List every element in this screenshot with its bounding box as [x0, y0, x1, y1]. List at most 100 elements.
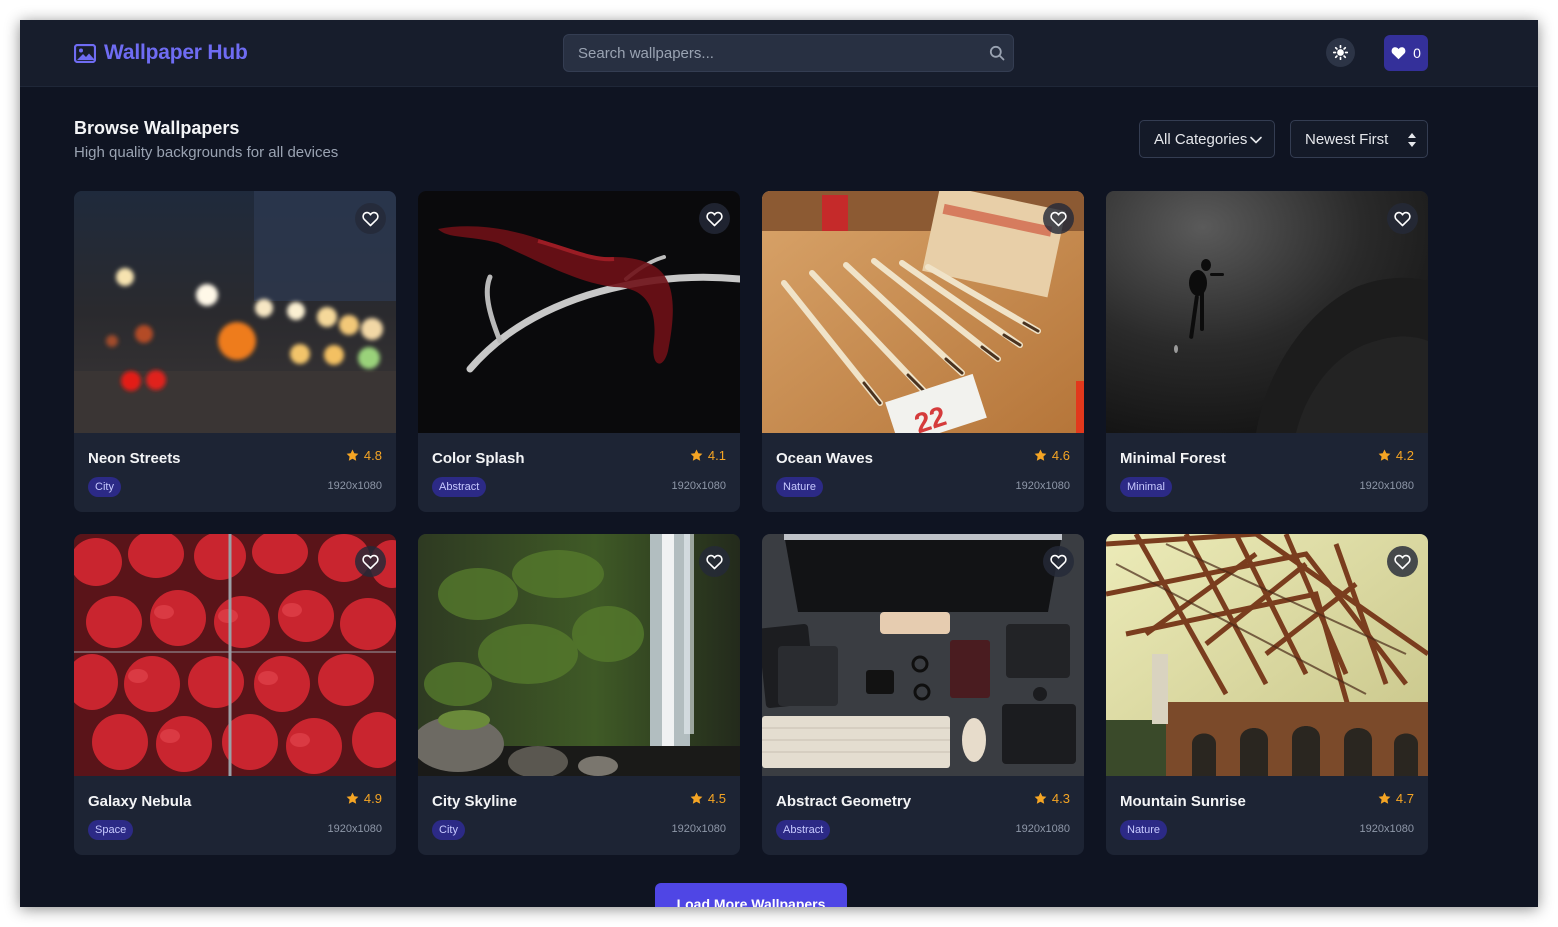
- resolution-label: 1920x1080: [327, 823, 382, 835]
- wallpaper-title: Mountain Sunrise: [1120, 793, 1246, 810]
- wallpaper-image[interactable]: [1106, 534, 1428, 776]
- resolution-label: 1920x1080: [1015, 480, 1070, 492]
- category-badge[interactable]: Abstract: [432, 477, 487, 497]
- wallpaper-title: Neon Streets: [88, 450, 181, 467]
- wallpaper-rating: 4.2: [1378, 448, 1414, 463]
- star-icon: [1034, 449, 1047, 461]
- wallpaper-rating: 4.3: [1034, 791, 1070, 806]
- sun-icon: [1333, 45, 1348, 60]
- wallpaper-rating: 4.9: [346, 791, 382, 806]
- favorite-toggle-button[interactable]: [699, 546, 730, 577]
- brand-name: Wallpaper Hub: [104, 41, 248, 64]
- resolution-label: 1920x1080: [1015, 823, 1070, 835]
- resolution-label: 1920x1080: [671, 480, 726, 492]
- resolution-label: 1920x1080: [1359, 823, 1414, 835]
- category-badge[interactable]: Abstract: [776, 820, 831, 840]
- wallpaper-card[interactable]: Neon Streets 4.8 City 1920x1080: [74, 191, 396, 512]
- app-window: Wallpaper Hub Search wallpapers... 0 Bro…: [20, 20, 1538, 907]
- wallpaper-rating: 4.1: [690, 448, 726, 463]
- wallpaper-title: Color Splash: [432, 450, 525, 467]
- top-bar: Wallpaper Hub Search wallpapers... 0: [20, 20, 1538, 87]
- wallpaper-card[interactable]: 22 Ocean Waves 4.6 Nature 1920x1080: [762, 191, 1084, 512]
- wallpaper-image[interactable]: [74, 191, 396, 433]
- wallpaper-rating: 4.6: [1034, 448, 1070, 463]
- search-box: [563, 34, 1014, 72]
- wallpaper-image[interactable]: [418, 534, 740, 776]
- wallpaper-rating: 4.5: [690, 791, 726, 806]
- category-badge[interactable]: Space: [88, 820, 134, 840]
- wallpaper-card[interactable]: Minimal Forest 4.2 Minimal 1920x1080: [1106, 191, 1428, 512]
- resolution-label: 1920x1080: [1359, 480, 1414, 492]
- brand-logo[interactable]: Wallpaper Hub: [74, 41, 248, 65]
- wallpaper-image[interactable]: [1106, 191, 1428, 433]
- sort-select-value: Newest First: [1305, 130, 1389, 148]
- wallpaper-image[interactable]: [762, 534, 1084, 776]
- wallpaper-title: Galaxy Nebula: [88, 793, 192, 810]
- wallpaper-rating: 4.8: [346, 448, 382, 463]
- favorites-button[interactable]: 0: [1384, 35, 1428, 71]
- wallpaper-image[interactable]: [418, 191, 740, 433]
- star-icon: [690, 449, 703, 461]
- category-badge[interactable]: City: [88, 477, 121, 497]
- heart-outline-icon: [706, 554, 723, 569]
- wallpaper-card[interactable]: City Skyline 4.5 City 1920x1080: [418, 534, 740, 855]
- heart-outline-icon: [1050, 554, 1067, 569]
- image-icon: [74, 43, 96, 63]
- rating-value: 4.5: [707, 791, 726, 806]
- sort-select[interactable]: Newest First: [1290, 120, 1428, 158]
- rating-value: 4.6: [1051, 448, 1070, 463]
- star-icon: [346, 792, 359, 804]
- favorites-count: 0: [1413, 45, 1421, 61]
- category-badge[interactable]: City: [432, 820, 465, 840]
- heart-outline-icon: [362, 211, 379, 226]
- search-input[interactable]: [564, 35, 1013, 71]
- heart-outline-icon: [1394, 554, 1411, 569]
- wallpaper-card[interactable]: Galaxy Nebula 4.9 Space 1920x1080: [74, 534, 396, 855]
- resolution-label: 1920x1080: [327, 480, 382, 492]
- category-badge[interactable]: Nature: [776, 477, 824, 497]
- rating-value: 4.2: [1395, 448, 1414, 463]
- wallpaper-title: Abstract Geometry: [776, 793, 912, 810]
- chevron-down-icon: [1250, 136, 1262, 144]
- rating-value: 4.1: [707, 448, 726, 463]
- star-icon: [690, 792, 703, 804]
- favorite-toggle-button[interactable]: [355, 546, 386, 577]
- favorite-toggle-button[interactable]: [699, 203, 730, 234]
- category-select-value: All Categories: [1154, 130, 1248, 148]
- wallpaper-image[interactable]: [74, 534, 396, 776]
- wallpaper-image[interactable]: 22: [762, 191, 1084, 433]
- favorite-toggle-button[interactable]: [1043, 546, 1074, 577]
- favorite-toggle-button[interactable]: [355, 203, 386, 234]
- star-icon: [1378, 792, 1391, 804]
- category-badge[interactable]: Nature: [1120, 820, 1168, 840]
- heart-outline-icon: [362, 554, 379, 569]
- favorite-toggle-button[interactable]: [1387, 203, 1418, 234]
- category-select[interactable]: All Categories: [1139, 120, 1275, 158]
- wallpaper-card[interactable]: Color Splash 4.1 Abstract 1920x1080: [418, 191, 740, 512]
- heart-outline-icon: [1050, 211, 1067, 226]
- star-icon: [1034, 792, 1047, 804]
- resolution-label: 1920x1080: [671, 823, 726, 835]
- wallpaper-card[interactable]: Abstract Geometry 4.3 Abstract 1920x1080: [762, 534, 1084, 855]
- rating-value: 4.3: [1051, 791, 1070, 806]
- page-subtitle: High quality backgrounds for all devices: [74, 144, 339, 161]
- rating-value: 4.9: [363, 791, 382, 806]
- sort-arrows-icon: [1408, 133, 1416, 147]
- wallpaper-card[interactable]: Mountain Sunrise 4.7 Nature 1920x1080: [1106, 534, 1428, 855]
- favorite-toggle-button[interactable]: [1043, 203, 1074, 234]
- favorite-toggle-button[interactable]: [1387, 546, 1418, 577]
- heart-outline-icon: [1394, 211, 1411, 226]
- wallpaper-title: City Skyline: [432, 793, 518, 810]
- search-icon[interactable]: [989, 45, 1005, 61]
- wallpaper-title: Minimal Forest: [1120, 450, 1226, 467]
- theme-toggle-button[interactable]: [1326, 38, 1355, 67]
- heart-outline-icon: [706, 211, 723, 226]
- star-icon: [346, 449, 359, 461]
- rating-value: 4.8: [363, 448, 382, 463]
- page-title: Browse Wallpapers: [74, 118, 240, 138]
- category-badge[interactable]: Minimal: [1120, 477, 1172, 497]
- heart-icon: [1391, 47, 1406, 60]
- load-more-button[interactable]: Load More Wallpapers: [655, 883, 847, 907]
- wallpaper-rating: 4.7: [1378, 791, 1414, 806]
- rating-value: 4.7: [1395, 791, 1414, 806]
